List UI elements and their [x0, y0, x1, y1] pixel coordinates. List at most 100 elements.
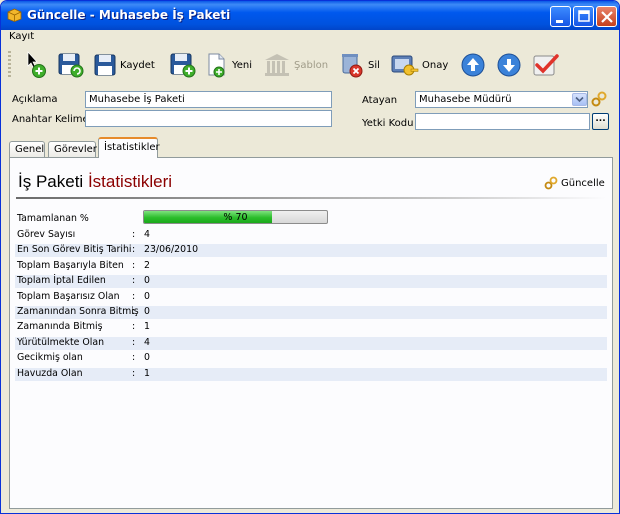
authority-lookup-button[interactable]: ...	[592, 113, 609, 130]
stat-label: Zamanında Bitmiş	[17, 321, 103, 333]
stat-row: En Son Görev Bitiş Tarihi:23/06/2010	[15, 244, 607, 258]
tab-gorevler[interactable]: Görevler	[48, 141, 97, 157]
close-button[interactable]	[596, 6, 617, 27]
stat-value: 1	[144, 367, 150, 379]
stat-separator: :	[132, 306, 136, 317]
stat-row: Toplam İptal Edilen:0	[15, 275, 607, 289]
authority-code-label: Yetki Kodu	[362, 118, 414, 129]
panel-title: İş Paketi İstatistikleri	[18, 172, 172, 192]
stat-label: Toplam Başarısız Olan	[17, 290, 120, 302]
arrow-down-icon	[497, 53, 521, 77]
delete-label: Sil	[368, 59, 380, 71]
new-record-button[interactable]	[25, 49, 49, 81]
maximize-button[interactable]	[573, 6, 594, 27]
assigner-dropdown-button[interactable]	[572, 93, 587, 106]
stat-row: Zamanında Bitmiş:1	[15, 321, 607, 334]
panel-title-part2: İstatistikleri	[87, 172, 173, 191]
stat-value: 0	[144, 306, 150, 317]
save-add-icon	[170, 53, 196, 78]
assigner-label: Atayan	[362, 95, 398, 106]
stat-label: Görev Sayısı	[17, 229, 76, 240]
stat-label: Havuzda Olan	[17, 367, 83, 379]
window-title: Güncelle - Muhasebe İş Paketi	[27, 8, 231, 22]
stat-row: Havuzda Olan:1	[15, 367, 607, 381]
refresh-button[interactable]: Güncelle	[544, 176, 605, 190]
statistics-panel: İş Paketi İstatistikleri Güncelle Tamaml…	[9, 157, 613, 509]
template-label: Şablon	[294, 59, 329, 71]
chevron-down-icon	[575, 96, 584, 103]
stat-value: 0	[144, 290, 150, 302]
description-input[interactable]: Muhasebe İş Paketi	[85, 91, 332, 108]
stat-value: 2	[144, 259, 150, 271]
stat-row: Zamanından Sonra Bitmiş:0	[15, 306, 607, 319]
new-label: Yeni	[232, 59, 253, 71]
delete-icon	[342, 54, 363, 78]
refresh-link-icon	[544, 176, 558, 190]
menu-bar: Kayıt	[5, 31, 38, 47]
progress-text: % 70	[223, 212, 248, 223]
app-window: Güncelle - Muhasebe İş Paketi Kayıt Kayd…	[0, 0, 620, 514]
save-button[interactable]: Kaydet	[93, 49, 155, 81]
title-divider	[16, 197, 606, 199]
maximize-icon	[578, 10, 590, 22]
stat-label: Toplam Başarıyla Biten	[17, 259, 124, 271]
stat-value: 0	[144, 275, 150, 287]
stat-value: 23/06/2010	[144, 244, 199, 256]
link-icon[interactable]	[591, 91, 607, 107]
tab-istatistikler[interactable]: İstatistikler	[98, 137, 160, 158]
menu-item-kayit[interactable]: Kayıt	[5, 31, 38, 42]
stat-row: Gecikmiş olan:0	[15, 352, 607, 365]
toolbar-grip[interactable]	[8, 51, 11, 79]
completed-label: Tamamlanan %	[17, 213, 89, 224]
approve-button[interactable]: Onay	[389, 49, 448, 81]
save-label: Kaydet	[120, 59, 155, 71]
move-down-button[interactable]	[496, 49, 522, 81]
stat-separator: :	[132, 259, 136, 271]
template-columns-icon	[265, 54, 289, 76]
delete-button[interactable]: Sil	[339, 49, 380, 81]
new-button[interactable]: Yeni	[205, 49, 252, 81]
stat-label: En Son Görev Bitiş Tarihi	[17, 244, 132, 256]
stat-separator: :	[132, 367, 136, 379]
stat-row: Yürütülmekte Olan:4	[15, 336, 607, 350]
stat-value: 4	[144, 229, 150, 240]
stat-separator: :	[132, 229, 136, 240]
save-refresh-button[interactable]	[57, 49, 85, 81]
save-add-button[interactable]	[169, 49, 197, 81]
stat-value: 0	[144, 352, 150, 364]
stat-label: Zamanından Sonra Bitmiş	[17, 306, 139, 317]
keyword-input[interactable]	[85, 110, 332, 127]
tab-genel[interactable]: Genel	[9, 141, 45, 157]
approve-key-icon	[391, 55, 419, 76]
authority-code-input[interactable]	[415, 113, 590, 130]
assigner-select[interactable]: Muhasebe Müdürü	[415, 91, 588, 108]
stat-label: Toplam İptal Edilen	[17, 275, 106, 287]
title-bar[interactable]: Güncelle - Muhasebe İş Paketi	[1, 1, 619, 30]
description-label: Açıklama	[12, 94, 58, 105]
refresh-label: Güncelle	[561, 177, 605, 189]
approve-label: Onay	[422, 59, 449, 71]
keyword-label: Anahtar Kelime	[12, 114, 89, 125]
save-refresh-icon	[58, 53, 84, 78]
assigner-value: Muhasebe Müdürü	[419, 94, 512, 105]
panel-title-part1: İş Paketi	[18, 172, 84, 191]
move-up-button[interactable]	[460, 49, 486, 81]
minimize-button[interactable]	[550, 6, 571, 27]
arrow-up-icon	[461, 53, 485, 77]
stat-row: Toplam Başarıyla Biten:2	[15, 260, 607, 273]
stat-value: 1	[144, 321, 150, 333]
floppy-disk-icon	[94, 54, 116, 76]
stat-row: Görev Sayısı:4	[15, 229, 607, 242]
toolbar: Kaydet Yeni Şablon Sil Onay	[5, 47, 615, 83]
stat-label: Yürütülmekte Olan	[17, 336, 105, 348]
stat-label: Gecikmiş olan	[17, 352, 83, 364]
stat-separator: :	[132, 290, 136, 302]
stat-row: Toplam Başarısız Olan:0	[15, 291, 607, 304]
check-button[interactable]	[531, 49, 559, 81]
stat-value: 4	[144, 336, 150, 348]
app-icon	[7, 8, 22, 22]
stat-separator: :	[132, 321, 136, 333]
stat-separator: :	[132, 336, 136, 348]
completion-progress-bar: % 70	[143, 210, 328, 224]
template-button: Şablon	[263, 49, 328, 81]
